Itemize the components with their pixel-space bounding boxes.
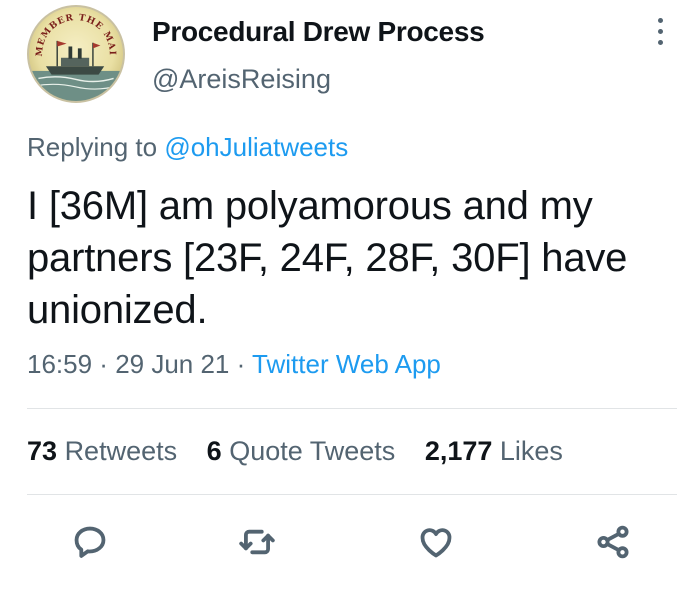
- likes-count: 2,177: [424, 436, 493, 466]
- avatar-text: REMEMBER THE MAINE: [29, 7, 116, 57]
- divider: [27, 494, 677, 495]
- share-button[interactable]: [588, 517, 638, 567]
- tweet-date[interactable]: 29 Jun 21: [115, 349, 229, 379]
- more-icon: [657, 18, 663, 23]
- like-button[interactable]: [411, 517, 461, 567]
- tweet-stats: 73 Retweets 6 Quote Tweets 2,177 Likes: [27, 436, 585, 467]
- author-display-name[interactable]: Procedural Drew Process: [152, 16, 485, 48]
- replying-to-label: Replying to: [27, 132, 158, 162]
- tweet-source[interactable]: Twitter Web App: [252, 349, 441, 379]
- divider: [27, 408, 677, 409]
- reply-button[interactable]: [65, 517, 115, 567]
- retweet-icon: [239, 529, 275, 555]
- svg-text:REMEMBER THE MAINE: REMEMBER THE MAINE: [29, 7, 117, 57]
- likes-label: Likes: [499, 436, 563, 466]
- likes-stat[interactable]: 2,177 Likes: [425, 436, 563, 466]
- tweet-text-line: partners [23F, 24F, 28F, 30F] have: [27, 236, 628, 280]
- tweet-text-line: I [36M] am polyamorous and my: [27, 184, 593, 228]
- avatar[interactable]: REMEMBER THE MAINE: [27, 5, 125, 103]
- avatar-image: REMEMBER THE MAINE: [29, 7, 123, 101]
- reply-icon: [74, 526, 106, 558]
- quote-tweets-stat[interactable]: 6 Quote Tweets: [207, 436, 396, 466]
- tweet-actions: [0, 517, 700, 567]
- quote-tweets-count: 6: [206, 436, 222, 466]
- retweets-label: Retweets: [64, 436, 178, 466]
- tweet-text: I [36M] am polyamorous and my partners […: [27, 180, 677, 336]
- replying-to: Replying to @ohJuliatweets: [27, 132, 348, 163]
- retweets-stat[interactable]: 73 Retweets: [27, 436, 177, 466]
- tweet-text-line: unionized.: [27, 288, 208, 332]
- share-icon: [597, 525, 629, 559]
- author-handle[interactable]: @AreisReising: [152, 64, 331, 95]
- replying-to-link[interactable]: @ohJuliatweets: [164, 132, 348, 162]
- more-options-button[interactable]: [650, 18, 670, 52]
- retweets-count: 73: [27, 436, 58, 466]
- heart-icon: [420, 528, 452, 558]
- quote-tweets-label: Quote Tweets: [229, 436, 396, 466]
- retweet-button[interactable]: [232, 517, 282, 567]
- tweet-meta: 16:59 · 29 Jun 21 · Twitter Web App: [27, 349, 441, 379]
- tweet-time[interactable]: 16:59: [27, 349, 92, 379]
